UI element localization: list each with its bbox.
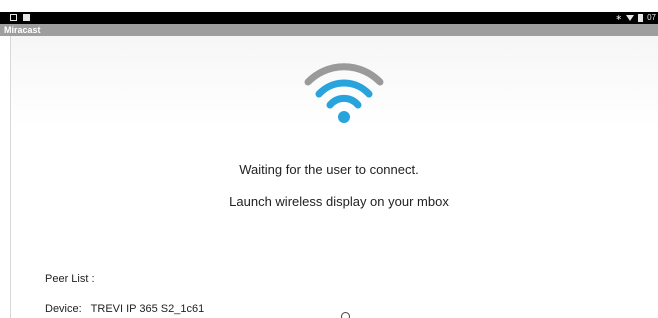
peer-list-label: Peer List : [45,273,95,285]
wifi-inner-arc [326,94,362,109]
cursor-icon [341,312,350,318]
app-title: Miracast [4,25,41,35]
wifi-signal-icon [626,15,635,21]
bluetooth-icon: ∗ [615,13,623,22]
device-prefix: Device: [45,303,82,315]
status-bar-left [10,14,30,21]
app-title-bar: Miracast [0,24,658,36]
launch-instruction: Launch wireless display on your mbox [229,194,449,209]
wifi-middle-arc [315,79,373,98]
wifi-dot [338,111,350,123]
status-bar-right: ∗ 07 [615,12,656,24]
waiting-message: Waiting for the user to connect. [239,162,419,177]
wifi-icon [304,63,384,123]
status-bar: ∗ 07 [0,12,658,24]
battery-icon [638,14,644,22]
content-border [10,36,11,318]
device-name: TREVI IP 365 S2_1c61 [90,303,205,315]
peer-device-item[interactable]: Device: TREVI IP 365 S2_1c61 [45,303,204,315]
status-time: 07 [647,13,656,22]
screenshot-icon [10,14,17,21]
notification-icon [23,14,30,21]
miracast-screen: ∗ 07 Miracast Waiting for the user to co… [0,0,658,318]
